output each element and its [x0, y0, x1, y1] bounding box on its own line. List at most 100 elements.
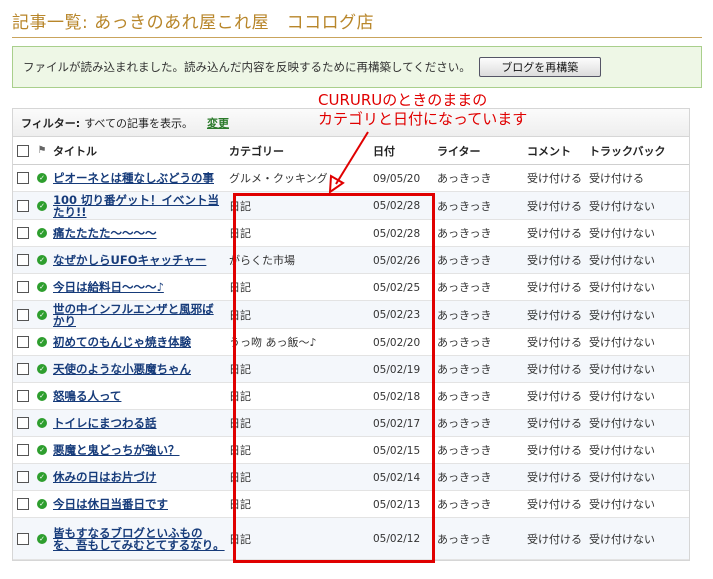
row-select-cell: [13, 172, 33, 184]
header-trackback[interactable]: トラックバック: [587, 143, 687, 159]
row-checkbox[interactable]: [17, 227, 29, 239]
header-comment[interactable]: コメント: [525, 143, 587, 159]
row-date-cell: 05/02/28: [371, 199, 435, 212]
table-row: ✓ ピオーネとは種なしぶどうの事 グルメ・クッキング 09/05/20 あっきっき 受け付…: [13, 165, 689, 192]
row-trackback-cell: 受け付けない: [587, 388, 687, 404]
header-title[interactable]: タイトル: [51, 143, 227, 159]
row-checkbox[interactable]: [17, 254, 29, 266]
row-title-cell: ピオーネとは種なしぶどうの事: [51, 172, 227, 184]
row-comment-cell: 受け付ける: [525, 531, 587, 547]
check-circle-icon: ✓: [37, 533, 47, 544]
check-circle-icon: ✓: [37, 445, 47, 455]
entry-category: 日記: [229, 444, 251, 457]
row-status-cell: ✓: [33, 309, 51, 320]
row-title-cell: 天使のような小悪魔ちゃん: [51, 363, 227, 375]
entry-title-link[interactable]: 悪魔と鬼どっちが強い？: [53, 444, 225, 456]
entry-category: 日記: [229, 363, 251, 376]
entry-title-link[interactable]: 世の中インフルエンザと風邪ばかり: [53, 303, 225, 327]
entry-date: 05/02/28: [373, 227, 421, 240]
entry-date: 05/02/23: [373, 309, 421, 321]
table-row: ✓ 皆もすなるブログといふものを、吾もしてみむとてするなり。 日記 05/02/12 あ…: [13, 518, 689, 560]
row-checkbox[interactable]: [17, 390, 29, 402]
header-writer[interactable]: ライター: [435, 143, 525, 159]
row-date-cell: 05/02/15: [371, 444, 435, 457]
row-status-cell: ✓: [33, 228, 51, 238]
entry-trackback-status: 受け付けない: [589, 336, 655, 349]
header-category[interactable]: カテゴリー: [227, 143, 371, 159]
row-date-cell: 05/02/13: [371, 498, 435, 511]
row-select-cell: [13, 254, 33, 266]
entry-title-link[interactable]: 怒鳴る人って: [53, 390, 225, 402]
row-category-cell: 日記: [227, 442, 371, 458]
row-category-cell: 日記: [227, 225, 371, 241]
entry-date: 05/02/28: [373, 200, 421, 212]
row-checkbox[interactable]: [17, 444, 29, 456]
check-circle-icon: ✓: [37, 200, 47, 211]
filter-change-link[interactable]: 変更: [207, 115, 229, 131]
entry-comment-status: 受け付ける: [527, 227, 582, 240]
row-date-cell: 05/02/14: [371, 471, 435, 484]
entry-title-link[interactable]: 今日は給料日～～～♪: [53, 281, 225, 293]
entry-title-link[interactable]: 痛たたたた～～～～: [53, 227, 225, 239]
row-checkbox[interactable]: [17, 363, 29, 375]
row-writer-cell: あっきっき: [435, 307, 525, 323]
row-category-cell: 日記: [227, 531, 371, 547]
entry-category: がらくた市場: [229, 254, 295, 267]
entry-comment-status: 受け付ける: [527, 417, 582, 430]
row-trackback-cell: 受け付けない: [587, 307, 687, 323]
entry-writer: あっきっき: [437, 444, 492, 457]
row-title-cell: 痛たたたた～～～～: [51, 227, 227, 239]
row-select-cell: [13, 417, 33, 429]
filter-value: すべての記事を表示。: [84, 116, 193, 130]
entry-title-link[interactable]: 100 切り番ゲット！イベント当たり!!: [53, 194, 225, 218]
row-status-cell: ✓: [33, 418, 51, 428]
row-trackback-cell: 受け付けない: [587, 198, 687, 214]
row-checkbox[interactable]: [17, 199, 29, 212]
entry-title-link[interactable]: 初めてのもんじゃ焼き体験: [53, 336, 225, 348]
entry-trackback-status: 受け付けない: [589, 308, 655, 322]
row-checkbox[interactable]: [17, 308, 29, 321]
row-comment-cell: 受け付ける: [525, 334, 587, 350]
entry-writer: あっきっき: [437, 308, 492, 322]
row-checkbox[interactable]: [17, 417, 29, 429]
rebuild-blog-button[interactable]: ブログを再構築: [478, 57, 601, 77]
row-status-cell: ✓: [33, 391, 51, 401]
entry-title-link[interactable]: なぜかしらUFOキャッチャー: [53, 254, 225, 266]
row-checkbox[interactable]: [17, 336, 29, 348]
entry-title-link[interactable]: 今日は休日当番日です: [53, 498, 225, 510]
entry-title-link[interactable]: 天使のような小悪魔ちゃん: [53, 363, 225, 375]
table-row: ✓ 痛たたたた～～～～ 日記 05/02/28 あっきっき 受け付ける 受け付けない: [13, 220, 689, 247]
row-checkbox[interactable]: [17, 532, 29, 545]
entry-title-link[interactable]: トイレにまつわる話: [53, 417, 225, 429]
status-header-cell: ⚑: [33, 145, 51, 156]
row-title-cell: 今日は給料日～～～♪: [51, 281, 227, 293]
table-row: ✓ 悪魔と鬼どっちが強い？ 日記 05/02/15 あっきっき 受け付ける 受け付けない: [13, 437, 689, 464]
entry-title-link[interactable]: 皆もすなるブログといふものを、吾もしてみむとてするなり。: [53, 527, 225, 551]
entry-title-link[interactable]: ピオーネとは種なしぶどうの事: [53, 172, 225, 184]
row-checkbox[interactable]: [17, 498, 29, 510]
table-row: ✓ なぜかしらUFOキャッチャー がらくた市場 05/02/26 あっきっき 受け付ける受…: [13, 247, 689, 274]
row-checkbox[interactable]: [17, 172, 29, 184]
row-title-cell: なぜかしらUFOキャッチャー: [51, 254, 227, 266]
row-title-cell: トイレにまつわる話: [51, 417, 227, 429]
rebuild-notice: ファイルが読み込まれました。読み込んだ内容を反映するために再構築してください。 …: [12, 46, 702, 88]
check-circle-icon: ✓: [37, 173, 47, 183]
header-date[interactable]: 日付: [371, 143, 435, 159]
entry-writer: あっきっき: [437, 532, 492, 546]
entry-category: 日記: [229, 417, 251, 430]
entry-comment-status: 受け付ける: [527, 390, 582, 403]
row-comment-cell: 受け付ける: [525, 496, 587, 512]
row-checkbox[interactable]: [17, 281, 29, 293]
table-row: ✓ トイレにまつわる話 日記 05/02/17 あっきっき 受け付ける 受け付けない: [13, 410, 689, 437]
row-comment-cell: 受け付ける: [525, 442, 587, 458]
row-category-cell: 日記: [227, 469, 371, 485]
check-circle-icon: ✓: [37, 391, 47, 401]
entry-title-link[interactable]: 休みの日はお片づけ: [53, 471, 225, 483]
row-comment-cell: 受け付ける: [525, 279, 587, 295]
row-title-cell: 怒鳴る人って: [51, 390, 227, 402]
row-checkbox[interactable]: [17, 471, 29, 483]
entry-date: 05/02/17: [373, 417, 421, 430]
check-circle-icon: ✓: [37, 309, 47, 320]
row-trackback-cell: 受け付けない: [587, 279, 687, 295]
select-all-checkbox[interactable]: [17, 144, 29, 157]
